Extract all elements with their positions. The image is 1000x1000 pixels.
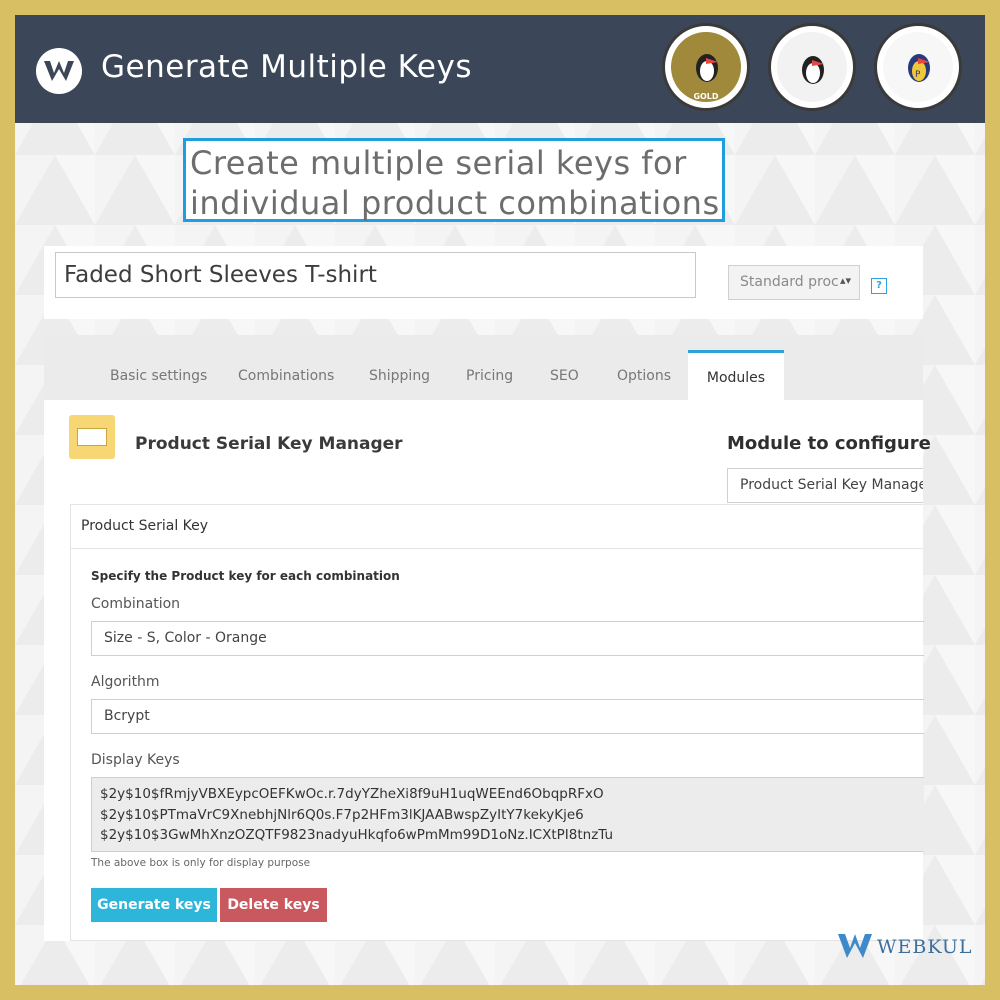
module-config-select[interactable]: Product Serial Key Manager [727, 468, 923, 503]
generate-keys-button[interactable]: Generate keys [91, 888, 217, 922]
webkul-logo-icon [36, 48, 82, 94]
keys-help-text: The above box is only for display purpos… [91, 857, 311, 869]
tab-options[interactable]: Options [617, 368, 671, 384]
puffin-developer-badge-icon [768, 23, 856, 111]
tab-pricing[interactable]: Pricing [466, 368, 513, 384]
algorithm-label: Algorithm [91, 674, 160, 690]
product-header-panel: Faded Short Sleeves T-shirt Standard pro… [44, 246, 923, 319]
key-line: $2y$10$3GwMhXnzOZQTF9823nadyuHkqfo6wPmMm… [100, 827, 614, 843]
headline-line-2: individual product combinations [190, 184, 720, 222]
svg-text:P: P [915, 70, 921, 80]
tab-modules[interactable]: Modules [688, 350, 784, 400]
help-icon[interactable]: ? [871, 278, 887, 294]
key-line: $2y$10$PTmaVrC9XnebhjNlr6Q0s.F7p2HFm3lKJ… [100, 806, 584, 823]
headline-box: Create multiple serial keys for individu… [183, 138, 725, 222]
headline-line-1: Create multiple serial keys for [190, 144, 687, 182]
tab-seo[interactable]: SEO [550, 368, 579, 384]
serial-key-module-icon [69, 415, 115, 459]
section-subheading: Specify the Product key for each combina… [91, 569, 400, 583]
badge-gold-label: GOLD [693, 92, 719, 101]
module-panel: Product Serial Key Manager Module to con… [44, 400, 931, 941]
webkul-wordmark: WEBKUL [877, 936, 973, 958]
webkul-mark-icon [838, 934, 872, 958]
section-heading: Product Serial Key [71, 505, 923, 549]
product-type-value: Standard proc [740, 274, 839, 290]
combination-label: Combination [91, 596, 181, 612]
tab-basic-settings[interactable]: Basic settings [110, 368, 207, 384]
puffin-hero-badge-icon: P [874, 23, 962, 111]
promo-frame: Generate Multiple Keys GOLD P Create mul… [15, 15, 985, 985]
module-config-label: Module to configure [727, 433, 931, 454]
puffin-gold-badge-icon: GOLD [662, 23, 750, 111]
display-keys-textarea[interactable]: $2y$10$fRmjyVBXEypcOEFKwOc.r.7dyYZheXi8f… [91, 777, 924, 852]
select-arrows-icon: ▴▾ [839, 274, 851, 287]
delete-keys-button[interactable]: Delete keys [220, 888, 327, 922]
algorithm-select[interactable]: Bcrypt [91, 699, 924, 734]
tab-shipping[interactable]: Shipping [369, 368, 430, 384]
header-banner: Generate Multiple Keys GOLD P [15, 15, 985, 123]
tab-bar: Basic settings Combinations Shipping Pri… [44, 335, 923, 400]
key-line: $2y$10$fRmjyVBXEypcOEFKwOc.r.7dyYZheXi8f… [100, 786, 604, 802]
combination-select[interactable]: Size - S, Color - Orange [91, 621, 924, 656]
module-title: Product Serial Key Manager [135, 434, 403, 454]
tab-combinations[interactable]: Combinations [238, 368, 334, 384]
banner-title: Generate Multiple Keys [101, 49, 472, 85]
display-keys-label: Display Keys [91, 752, 180, 768]
product-type-select[interactable]: Standard proc ▴▾ [728, 265, 860, 300]
product-name-input[interactable]: Faded Short Sleeves T-shirt [55, 252, 696, 298]
product-serial-key-section: Product Serial Key Specify the Product k… [70, 504, 924, 941]
